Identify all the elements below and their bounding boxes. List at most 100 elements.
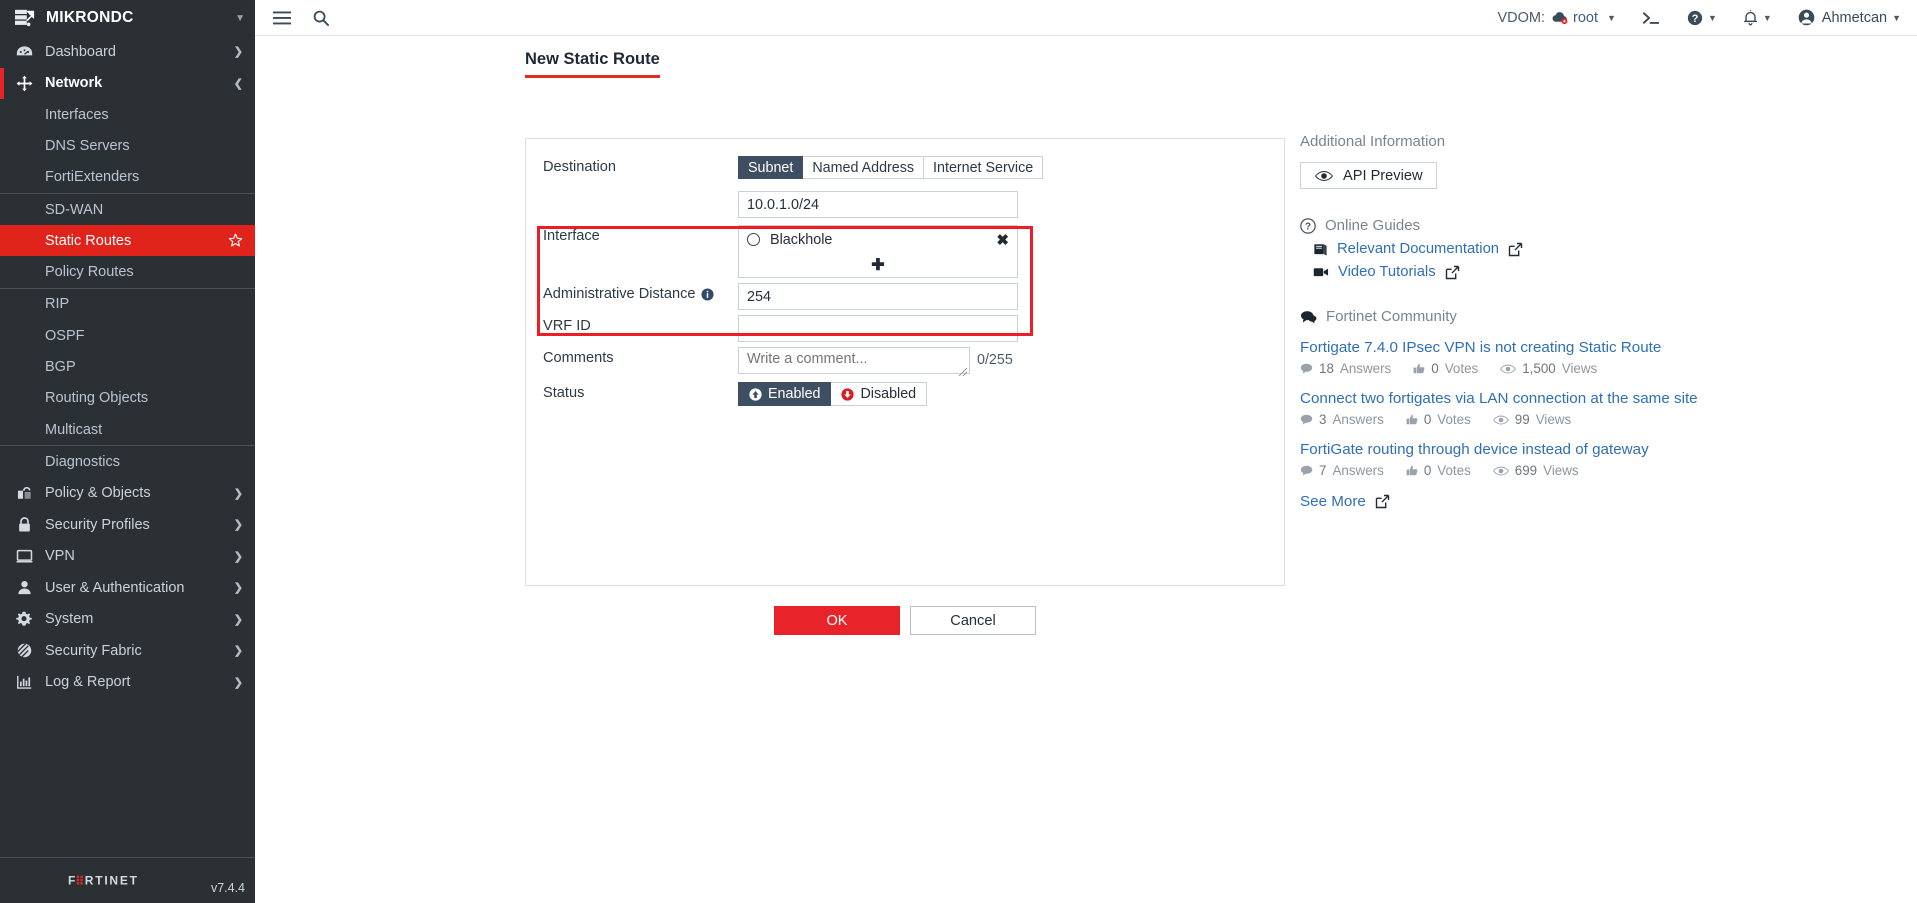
close-x-icon[interactable]: ✖ <box>996 231 1009 249</box>
votes-label: Votes <box>1444 361 1479 376</box>
sidebar-label: User & Authentication <box>45 579 185 596</box>
online-guides-section: ? Online Guides <box>1300 217 1860 234</box>
external-link-icon <box>1375 494 1390 509</box>
brand-header[interactable]: MIKRONDC ▼ <box>0 0 255 36</box>
views-count: 699 <box>1514 463 1538 478</box>
sidebar-item-fortiextenders[interactable]: FortiExtenders <box>0 162 255 193</box>
api-preview-button[interactable]: API Preview <box>1300 162 1438 189</box>
vrf-id-input[interactable] <box>738 315 1018 342</box>
cancel-button[interactable]: Cancel <box>910 606 1036 635</box>
search-icon[interactable] <box>313 10 329 26</box>
interface-control: Blackhole ✖ ✚ <box>738 225 1284 278</box>
comments-label: Comments <box>543 350 614 366</box>
sidebar-label: Static Routes <box>45 232 132 249</box>
security-fabric-icon <box>14 642 34 660</box>
sidebar-item-policy-objects[interactable]: Policy & Objects ❯ <box>0 478 255 510</box>
video-camera-icon <box>1313 266 1329 278</box>
interface-entry[interactable]: Blackhole ✖ <box>739 226 1017 253</box>
subnet-input[interactable] <box>738 191 1018 218</box>
answers-count: 18 <box>1319 361 1334 376</box>
comments-counter: 0/255 <box>977 352 1013 368</box>
star-outline-icon[interactable] <box>228 233 243 248</box>
version-label: v7.4.4 <box>210 881 245 895</box>
svg-text:F: F <box>68 874 77 888</box>
additional-information-heading: Additional Information <box>1300 133 1446 150</box>
chevron-right-icon: ❯ <box>233 487 243 500</box>
vdom-cloud-icon <box>1552 11 1569 25</box>
comment-bubble-icon <box>1300 414 1313 425</box>
bell-icon <box>1743 9 1758 26</box>
sidebar-label: Multicast <box>45 421 103 438</box>
info-circle-icon[interactable] <box>701 287 715 301</box>
guide-label: Relevant Documentation <box>1337 241 1500 257</box>
comments-icon <box>1300 310 1317 324</box>
comments-textarea[interactable] <box>738 347 970 374</box>
sidebar-item-multicast[interactable]: Multicast <box>0 414 255 445</box>
form-row-interface: Interface Blackhole ✖ ✚ <box>526 225 1284 278</box>
sidebar-item-bgp[interactable]: BGP <box>0 351 255 382</box>
fortinet-logo-icon: F RTINET <box>68 873 188 888</box>
hamburger-menu-icon[interactable] <box>273 11 291 25</box>
vdom-value[interactable]: root <box>1573 10 1598 26</box>
policy-objects-icon <box>14 484 34 502</box>
post-meta: 3 Answers 0 Votes 99 Views <box>1300 412 1860 427</box>
sidebar-item-vpn[interactable]: VPN ❯ <box>0 541 255 573</box>
answers-count: 3 <box>1319 412 1327 427</box>
main-area: VDOM: root ▼ ? ▼ ▼ Ahmetcan ▼ New Static… <box>255 0 1917 903</box>
sidebar-item-dashboard[interactable]: Dashboard ❯ <box>0 36 255 68</box>
external-link-icon <box>1508 242 1523 257</box>
community-post[interactable]: Fortigate 7.4.0 IPsec VPN is not creatin… <box>1300 338 1860 376</box>
sidebar-item-security-profiles[interactable]: Security Profiles ❯ <box>0 509 255 541</box>
interface-label: Interface <box>543 228 600 244</box>
sidebar-item-interfaces[interactable]: Interfaces <box>0 99 255 130</box>
bar-chart-icon <box>14 673 34 691</box>
sidebar-item-ospf[interactable]: OSPF <box>0 320 255 351</box>
see-more-link[interactable]: See More <box>1300 493 1860 510</box>
notifications-button[interactable]: ▼ <box>1743 9 1772 26</box>
sidebar-item-routing-objects[interactable]: Routing Objects <box>0 383 255 414</box>
dashboard-gauge-icon <box>14 43 34 61</box>
sidebar-item-security-fabric[interactable]: Security Fabric ❯ <box>0 635 255 667</box>
tab-subnet[interactable]: Subnet <box>738 156 804 179</box>
votes-count: 0 <box>1423 463 1432 478</box>
sidebar-label: Network <box>45 75 103 92</box>
destination-label: Destination <box>543 159 617 175</box>
user-menu-button[interactable]: Ahmetcan ▼ <box>1798 9 1901 26</box>
community-post[interactable]: FortiGate routing through device instead… <box>1300 440 1860 478</box>
admin-distance-input[interactable] <box>738 283 1018 310</box>
destination-control: Subnet Named Address Internet Service <box>738 156 1284 179</box>
sidebar-item-network[interactable]: Network ❮ <box>0 67 255 100</box>
plus-icon[interactable]: ✚ <box>739 253 1017 277</box>
cli-console-button[interactable] <box>1642 11 1661 25</box>
sidebar-item-log-report[interactable]: Log & Report ❯ <box>0 667 255 699</box>
post-answers: 18 Answers <box>1300 361 1391 376</box>
help-button[interactable]: ? ▼ <box>1687 10 1717 26</box>
sidebar-item-sd-wan[interactable]: SD-WAN <box>0 194 255 225</box>
sidebar-item-diagnostics[interactable]: Diagnostics <box>0 446 255 477</box>
chevron-down-icon[interactable]: ▼ <box>235 13 245 24</box>
ok-button[interactable]: OK <box>774 606 900 635</box>
tab-named-address[interactable]: Named Address <box>803 156 925 179</box>
status-segmented-control: Enabled Disabled <box>738 382 1284 406</box>
status-enabled-button[interactable]: Enabled <box>738 382 832 406</box>
caret-down-icon[interactable]: ▼ <box>1607 13 1616 23</box>
community-post[interactable]: Connect two fortigates via LAN connectio… <box>1300 389 1860 427</box>
sidebar-item-dns-servers[interactable]: DNS Servers <box>0 130 255 161</box>
guide-relevant-documentation[interactable]: Relevant Documentation <box>1300 241 1860 257</box>
page-title-container: New Static Route <box>255 36 1917 78</box>
post-title: Fortigate 7.4.0 IPsec VPN is not creatin… <box>1300 339 1662 356</box>
see-more-label: See More <box>1300 493 1366 510</box>
tab-internet-service[interactable]: Internet Service <box>924 156 1044 179</box>
sidebar-label: FortiExtenders <box>45 169 140 186</box>
vrf-id-control <box>738 315 1284 342</box>
guide-video-tutorials[interactable]: Video Tutorials <box>1300 264 1860 280</box>
status-disabled-button[interactable]: Disabled <box>831 382 928 406</box>
eye-icon <box>1500 364 1517 374</box>
sidebar-item-static-routes[interactable]: Static Routes <box>0 225 255 257</box>
sidebar-item-rip[interactable]: RIP <box>0 289 255 320</box>
sidebar-item-user-authentication[interactable]: User & Authentication ❯ <box>0 572 255 604</box>
sidebar-item-system[interactable]: System ❯ <box>0 604 255 636</box>
sidebar-item-policy-routes[interactable]: Policy Routes <box>0 256 255 287</box>
fortinet-community-title: Fortinet Community <box>1326 308 1457 325</box>
votes-count: 0 <box>1431 361 1439 376</box>
